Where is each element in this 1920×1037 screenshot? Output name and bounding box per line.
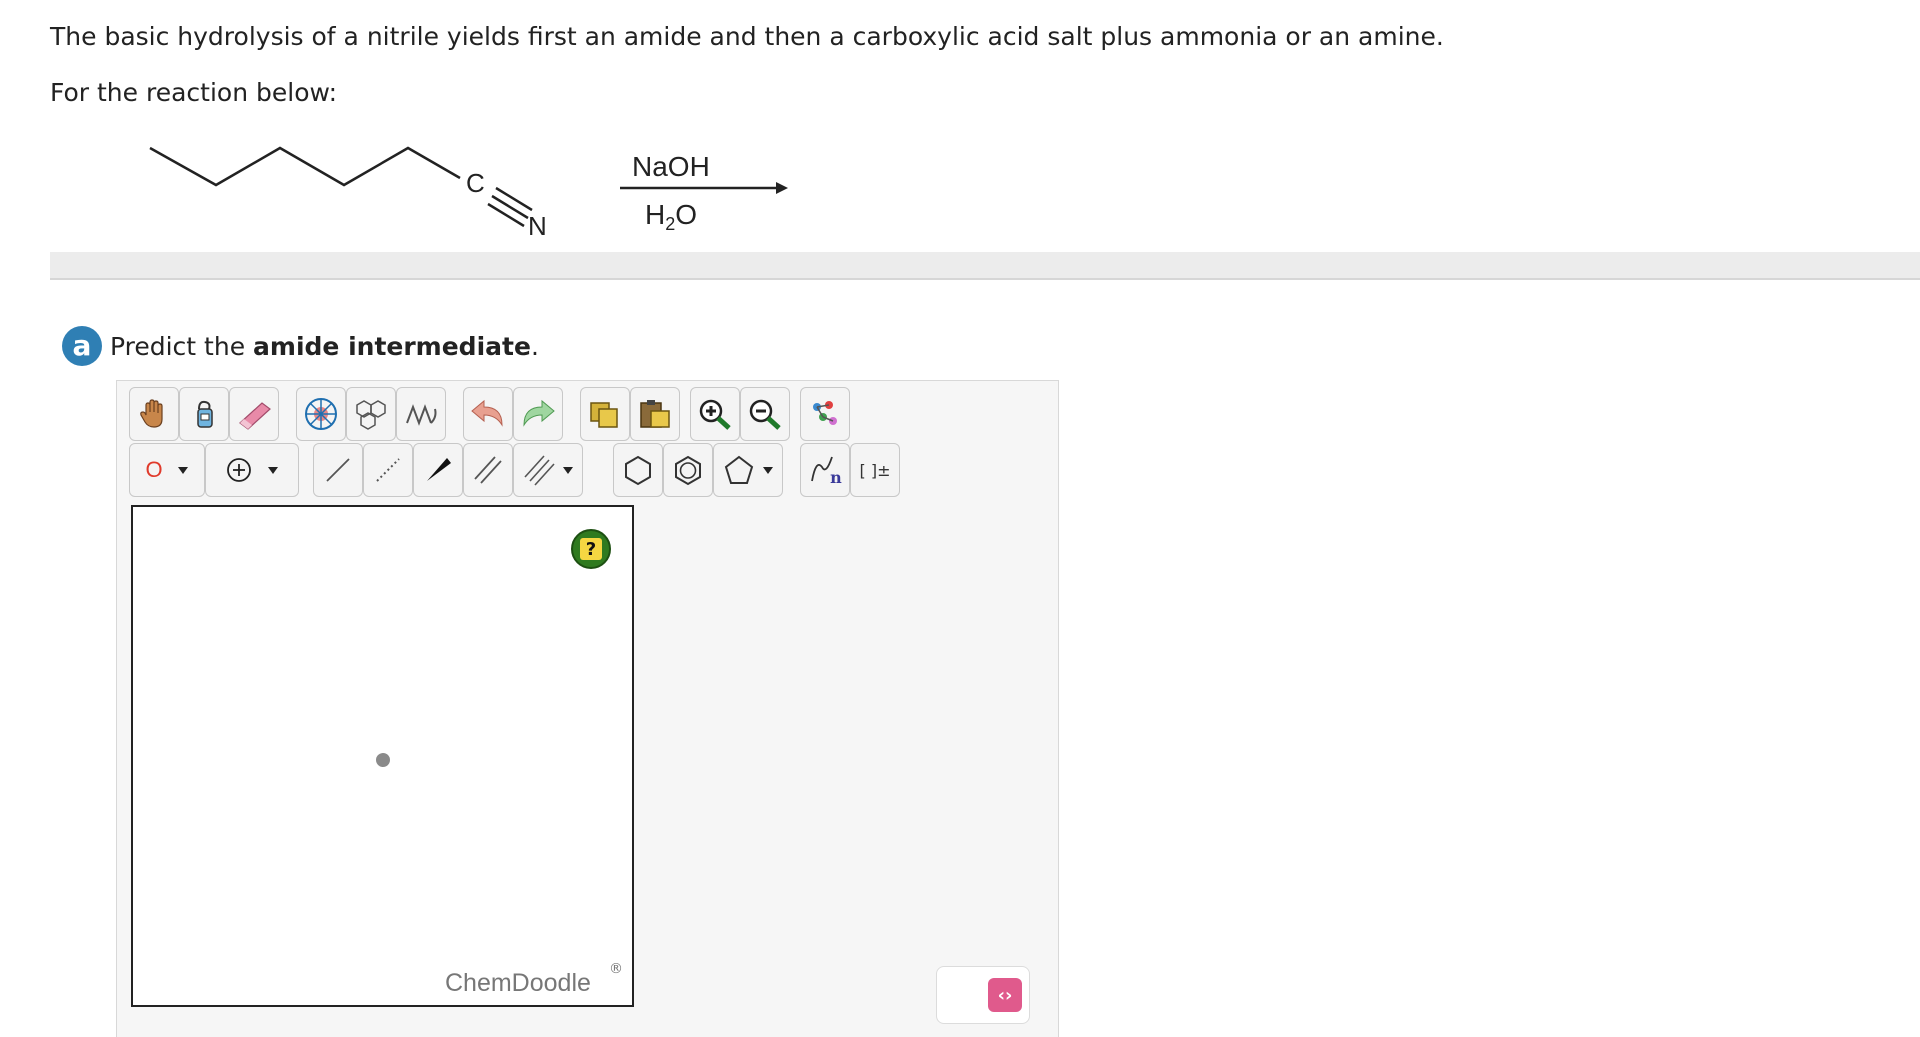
dropdown-arrow-icon — [177, 467, 188, 474]
redo-button[interactable] — [513, 387, 563, 441]
ring-pair-icon — [356, 400, 386, 430]
lasso-icon — [197, 400, 213, 428]
drawing-canvas[interactable]: ? ChemDoodle ® — [131, 505, 634, 1007]
benzene-icon — [675, 455, 701, 486]
hexagon-icon — [625, 455, 651, 486]
benzene-button[interactable] — [663, 443, 713, 497]
ring-template-button[interactable] — [346, 387, 396, 441]
element-label: O — [145, 457, 163, 482]
question-prompt: For the reaction below: — [50, 78, 337, 107]
paste-icon — [640, 400, 670, 428]
chain-template-button[interactable] — [396, 387, 446, 441]
clean-structure-button[interactable] — [800, 387, 850, 441]
triple-bond-icon — [524, 455, 555, 486]
reagent-bottom: H2O — [645, 199, 697, 234]
triple-bond-button[interactable] — [513, 443, 583, 497]
atom-c: C — [466, 168, 485, 198]
section-divider — [50, 252, 1920, 280]
hashed-bond-icon — [376, 458, 400, 482]
charge-bracket-label: [ ]± — [859, 460, 891, 480]
charge-selector[interactable] — [205, 443, 299, 497]
view-toggle[interactable]: ‹› — [936, 966, 1030, 1024]
double-bond-button[interactable] — [463, 443, 513, 497]
sgroup-button[interactable]: n — [800, 443, 850, 497]
copy-icon — [590, 402, 618, 428]
redo-icon — [523, 399, 555, 427]
pentagon-icon — [724, 455, 754, 484]
lasso-tool-button[interactable] — [179, 387, 229, 441]
chain-icon — [406, 404, 437, 426]
part-a-badge: a — [62, 326, 102, 366]
template-wheel-icon — [305, 398, 337, 430]
help-button[interactable]: ? — [571, 529, 611, 569]
hand-icon — [140, 399, 163, 428]
cyclopentane-button[interactable] — [713, 443, 783, 497]
cyclohexane-button[interactable] — [613, 443, 663, 497]
chemdoodle-brand: ChemDoodle — [445, 969, 591, 997]
dropdown-arrow-icon — [563, 467, 573, 474]
atom-n: N — [528, 211, 547, 240]
single-bond-icon — [326, 458, 350, 482]
zoom-in-button[interactable] — [690, 387, 740, 441]
canvas-cursor-dot — [376, 753, 390, 767]
undo-icon — [471, 399, 503, 427]
zoom-out-icon — [749, 399, 781, 430]
dropdown-arrow-icon — [268, 467, 278, 474]
copy-button[interactable] — [580, 387, 630, 441]
charge-bracket-button[interactable]: [ ]± — [850, 443, 900, 497]
wedge-bond-icon — [427, 458, 451, 481]
paste-button[interactable] — [630, 387, 680, 441]
clean-icon — [813, 401, 837, 425]
dropdown-arrow-icon — [763, 467, 773, 474]
help-label: ? — [580, 538, 602, 560]
reaction-scheme: C N NaOH H2O — [149, 146, 788, 240]
wedge-bond-button[interactable] — [413, 443, 463, 497]
template-tool-button[interactable] — [296, 387, 346, 441]
part-a-prompt: Predict the amide intermediate. — [110, 331, 539, 361]
eraser-tool-button[interactable] — [229, 387, 279, 441]
part-a-label: a Predict the amide intermediate. — [62, 326, 539, 366]
reaction-arrowhead — [776, 182, 788, 194]
plus-charge-icon — [227, 458, 251, 482]
chemdoodle-editor: O n []± ? ChemDoodle ® ‹› — [116, 380, 1059, 1037]
eraser-icon — [239, 402, 271, 430]
sgroup-label: n — [830, 467, 842, 487]
toggle-code-icon[interactable]: ‹› — [988, 978, 1022, 1012]
hashed-bond-button[interactable] — [363, 443, 413, 497]
element-selector[interactable]: O — [129, 443, 205, 497]
reagent-top: NaOH — [632, 151, 710, 182]
zoom-in-icon — [699, 399, 731, 430]
pan-tool-button[interactable] — [129, 387, 179, 441]
undo-button[interactable] — [463, 387, 513, 441]
single-bond-button[interactable] — [313, 443, 363, 497]
zoom-out-button[interactable] — [740, 387, 790, 441]
double-bond-icon — [474, 456, 502, 484]
registered-mark: ® — [609, 961, 623, 977]
question-intro: The basic hydrolysis of a nitrile yields… — [50, 22, 1444, 51]
